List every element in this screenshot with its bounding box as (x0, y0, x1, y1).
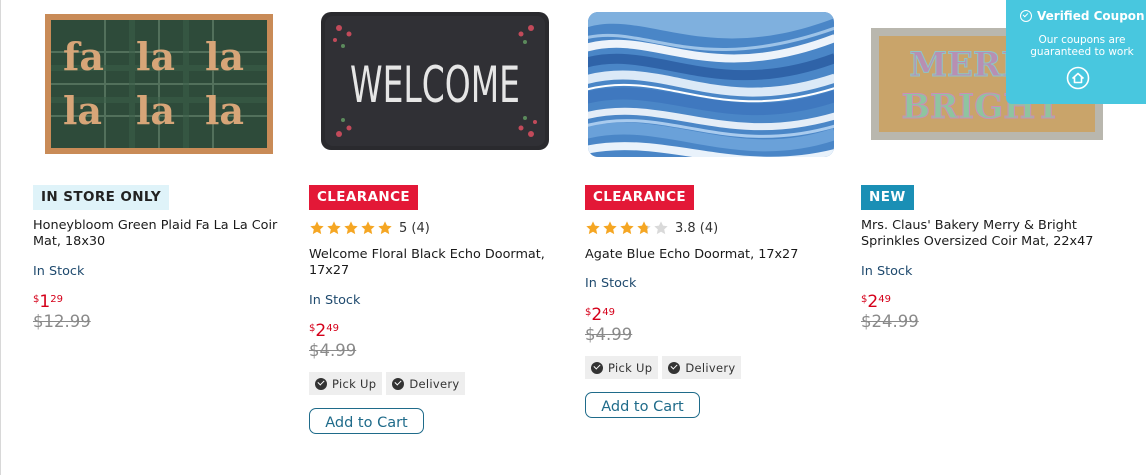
star-icon (310, 221, 324, 235)
check-circle-icon (591, 361, 603, 374)
price-cents: 29 (50, 294, 63, 305)
coupon-subtitle-line: Our coupons are (1038, 34, 1126, 46)
star-rating[interactable]: 5 (4) (309, 220, 430, 236)
price-currency: $ (33, 294, 40, 305)
product-title-line[interactable]: Mrs. Claus' Bakery Merry & Bright (861, 218, 1111, 234)
in-store-only-badge: IN STORE ONLY (33, 185, 169, 210)
verified-coupon-widget[interactable]: Verified Coupon Our coupons are guarante… (1006, 0, 1146, 104)
star-icon (327, 221, 341, 235)
product-title-line[interactable]: Honeybloom Green Plaid Fa La La Coir (33, 218, 283, 234)
image-text: la (205, 88, 244, 133)
original-price: $12.99 (33, 312, 91, 331)
star-icon (603, 221, 617, 235)
product-title-line[interactable]: Sprinkles Oversized Coir Mat, 22x47 (861, 234, 1111, 250)
fulfillment-options: Pick Up Delivery (585, 356, 742, 379)
stock-status: In Stock (861, 264, 913, 279)
product-image[interactable]: WELCOME (309, 8, 559, 163)
price-dollars: 1 (39, 292, 51, 312)
rating-text: 5 (4) (399, 220, 430, 236)
sale-price: $249 (309, 323, 339, 340)
original-price: $4.99 (585, 325, 633, 344)
delivery-option[interactable]: Delivery (662, 356, 742, 379)
original-price: $4.99 (309, 341, 357, 360)
stock-status: In Stock (585, 276, 637, 291)
product-card: WELCOME CLEARANCE 5 (4) Welcome Floral B… (309, 0, 559, 475)
image-text: la (63, 88, 102, 133)
delivery-label: Delivery (685, 360, 736, 375)
check-circle-icon (668, 361, 681, 374)
check-circle-icon (1020, 10, 1032, 22)
coupon-title-text: Verified Coupon (1037, 9, 1145, 23)
star-icon (344, 221, 358, 235)
price-dollars: 2 (315, 321, 327, 341)
shield-home-icon[interactable] (1066, 66, 1090, 90)
price-currency: $ (861, 294, 868, 305)
stock-status: In Stock (33, 264, 85, 279)
check-circle-icon (392, 377, 405, 390)
rating-text: 3.8 (4) (675, 220, 719, 236)
price-cents: 49 (326, 323, 339, 334)
product-title-line[interactable]: Mat, 18x30 (33, 234, 283, 250)
clearance-badge: CLEARANCE (309, 185, 419, 210)
product-title-line[interactable]: Welcome Floral Black Echo Doormat, (309, 247, 559, 263)
add-to-cart-button[interactable]: Add to Cart (585, 392, 700, 418)
price-dollars: 2 (591, 305, 603, 325)
check-circle-icon (315, 377, 327, 390)
product-title[interactable]: Mrs. Claus' Bakery Merry & Bright Sprink… (861, 218, 1111, 250)
sale-price: $249 (585, 307, 615, 324)
price-currency: $ (309, 323, 316, 334)
price-currency: $ (585, 307, 592, 318)
sale-price: $249 (861, 294, 891, 311)
star-icon (378, 221, 392, 235)
image-text: fa (63, 34, 104, 79)
star-half-icon (637, 221, 651, 235)
page-left-border (0, 0, 1, 475)
product-title[interactable]: Agate Blue Echo Doormat, 17x27 (585, 247, 835, 263)
product-image[interactable] (585, 8, 835, 163)
pickup-label: Pick Up (608, 360, 653, 375)
pickup-option[interactable]: Pick Up (585, 356, 659, 379)
star-icon (586, 221, 600, 235)
stars (309, 220, 393, 236)
product-title[interactable]: Welcome Floral Black Echo Doormat, 17x27 (309, 247, 559, 279)
product-title[interactable]: Honeybloom Green Plaid Fa La La Coir Mat… (33, 218, 283, 250)
image-text: la (205, 34, 244, 79)
price-cents: 49 (602, 307, 615, 318)
coupon-subtitle-line: guaranteed to work (1030, 46, 1134, 58)
star-icon (361, 221, 375, 235)
coupon-subtitle: Our coupons are guaranteed to work (1024, 34, 1140, 58)
product-title-line[interactable]: 17x27 (309, 263, 559, 279)
stock-status: In Stock (309, 293, 361, 308)
star-icon (620, 221, 634, 235)
pickup-label: Pick Up (332, 376, 377, 391)
price-cents: 49 (878, 294, 891, 305)
coupon-title: Verified Coupon (1020, 9, 1145, 23)
new-badge: NEW (861, 185, 914, 210)
image-text: la (136, 88, 175, 133)
original-price: $24.99 (861, 312, 919, 331)
product-image[interactable]: fa la la la la la (33, 8, 283, 163)
stars (585, 220, 669, 236)
sale-price: $129 (33, 294, 63, 311)
product-card: CLEARANCE 3.8 (4) Agate Blue Echo Doorma… (585, 0, 835, 475)
pickup-option[interactable]: Pick Up (309, 372, 383, 395)
delivery-option[interactable]: Delivery (386, 372, 466, 395)
star-rating[interactable]: 3.8 (4) (585, 220, 718, 236)
fulfillment-options: Pick Up Delivery (309, 372, 466, 395)
product-title-line[interactable]: Agate Blue Echo Doormat, 17x27 (585, 247, 835, 263)
image-text: la (136, 34, 175, 79)
price-dollars: 2 (867, 292, 879, 312)
product-card: fa la la la la la IN STORE ONLY Honeyblo… (33, 0, 283, 475)
delivery-label: Delivery (409, 376, 460, 391)
star-empty-icon (654, 221, 668, 235)
add-to-cart-button[interactable]: Add to Cart (309, 408, 424, 434)
clearance-badge: CLEARANCE (585, 185, 695, 210)
image-text: WELCOME (350, 56, 520, 114)
